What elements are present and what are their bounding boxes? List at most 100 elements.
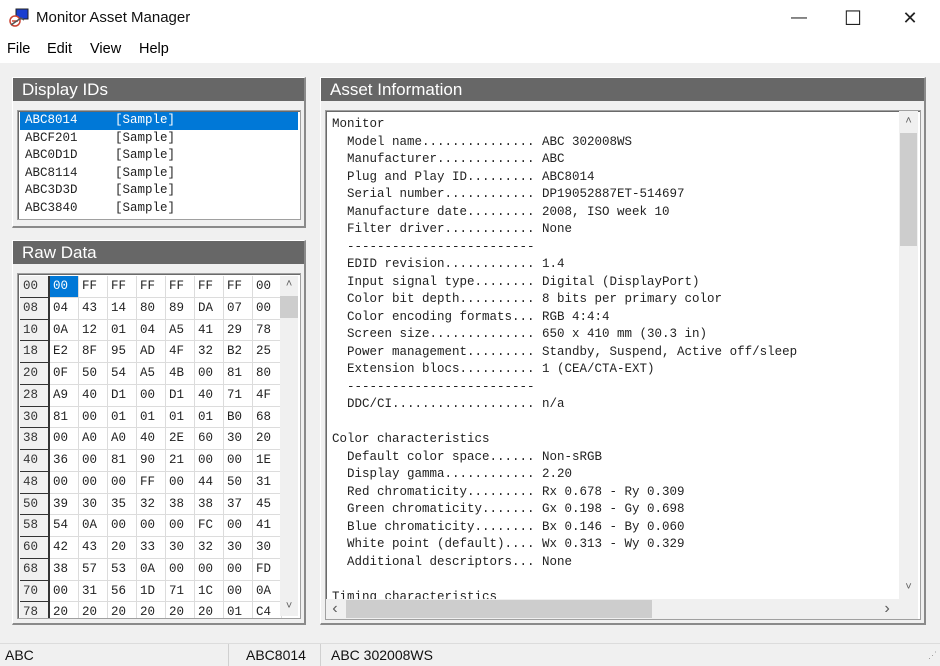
hex-byte-cell[interactable]: 01 — [166, 406, 195, 429]
hex-byte-cell[interactable]: 20 — [166, 602, 195, 618]
hex-byte-cell[interactable]: 31 — [253, 471, 282, 494]
hex-byte-cell[interactable]: AD — [137, 341, 166, 363]
hex-byte-cell[interactable]: 41 — [195, 319, 224, 342]
display-id-item[interactable]: ABC8114 [Sample] — [20, 165, 298, 183]
hex-byte-cell[interactable]: 30 — [224, 428, 253, 450]
hex-byte-cell[interactable]: D1 — [166, 384, 195, 407]
close-button[interactable]: ✕ — [887, 0, 933, 36]
raw-data-vscrollbar[interactable]: ˄ ˅ — [280, 276, 298, 616]
hex-byte-cell[interactable]: 57 — [79, 558, 108, 581]
hex-byte-cell[interactable]: 42 — [50, 537, 79, 559]
hex-byte-cell[interactable]: 0A — [137, 558, 166, 581]
hex-byte-cell[interactable]: 1D — [137, 580, 166, 603]
hex-byte-cell[interactable]: A0 — [79, 428, 108, 450]
hex-byte-cell[interactable]: 00 — [50, 276, 79, 298]
hex-byte-cell[interactable]: 40 — [79, 384, 108, 407]
hex-byte-cell[interactable]: 01 — [195, 406, 224, 429]
hex-byte-cell[interactable]: 00 — [79, 471, 108, 494]
hex-byte-cell[interactable]: 81 — [108, 450, 137, 472]
hex-byte-cell[interactable]: 8F — [79, 341, 108, 363]
hex-byte-cell[interactable]: 80 — [137, 297, 166, 320]
hex-byte-cell[interactable]: 12 — [79, 319, 108, 342]
asset-info-hscrollbar[interactable]: ‹ › — [326, 599, 918, 619]
hex-byte-cell[interactable]: 04 — [137, 319, 166, 342]
resize-grip-icon[interactable]: ⋰ — [928, 650, 937, 661]
hex-byte-cell[interactable]: 31 — [79, 580, 108, 603]
hex-byte-cell[interactable]: 20 — [195, 602, 224, 618]
hex-byte-cell[interactable]: 25 — [253, 341, 282, 363]
hex-byte-cell[interactable]: 14 — [108, 297, 137, 320]
hex-byte-cell[interactable]: 32 — [137, 493, 166, 516]
hex-byte-cell[interactable]: 81 — [224, 363, 253, 385]
hex-byte-cell[interactable]: 1E — [253, 450, 282, 472]
hex-byte-cell[interactable]: 30 — [166, 537, 195, 559]
scroll-up-icon[interactable]: ˄ — [899, 113, 918, 131]
hex-byte-cell[interactable]: 53 — [108, 558, 137, 581]
hex-byte-cell[interactable]: 01 — [137, 406, 166, 429]
hex-byte-cell[interactable]: 01 — [108, 406, 137, 429]
hex-byte-cell[interactable]: 2E — [166, 428, 195, 450]
hex-byte-cell[interactable]: 30 — [224, 537, 253, 559]
scroll-down-icon[interactable]: ˅ — [280, 598, 298, 616]
hex-byte-cell[interactable]: 00 — [137, 515, 166, 537]
asset-info-vscrollbar[interactable]: ˄ ˅ — [899, 111, 918, 599]
hex-byte-cell[interactable]: FC — [195, 515, 224, 537]
hex-byte-cell[interactable]: 54 — [50, 515, 79, 537]
hex-byte-cell[interactable]: FF — [79, 276, 108, 298]
hex-byte-cell[interactable]: C4 — [253, 602, 282, 618]
hex-byte-cell[interactable]: 00 — [108, 515, 137, 537]
display-ids-list[interactable]: ABC8014 [Sample] ABCF201 [Sample] ABC0D1D [Sa… — [17, 110, 301, 220]
hex-byte-cell[interactable]: 00 — [79, 406, 108, 429]
hex-byte-cell[interactable]: 07 — [224, 297, 253, 320]
menu-file[interactable]: File — [7, 41, 30, 57]
display-id-item[interactable]: ABC8014 [Sample] — [20, 112, 298, 130]
hex-byte-cell[interactable]: 20 — [50, 602, 79, 618]
hex-byte-cell[interactable]: 40 — [137, 428, 166, 450]
hex-byte-cell[interactable]: 01 — [224, 602, 253, 618]
hex-byte-cell[interactable]: FF — [195, 276, 224, 298]
hex-byte-cell[interactable]: 4B — [166, 363, 195, 385]
hex-byte-cell[interactable]: 39 — [50, 493, 79, 516]
hex-byte-cell[interactable]: 35 — [108, 493, 137, 516]
hex-byte-cell[interactable]: 00 — [195, 558, 224, 581]
hex-byte-cell[interactable]: FF — [137, 471, 166, 494]
hex-byte-cell[interactable]: 29 — [224, 319, 253, 342]
hex-byte-cell[interactable]: 30 — [253, 537, 282, 559]
menu-view[interactable]: View — [90, 41, 121, 57]
hex-byte-cell[interactable]: 00 — [166, 515, 195, 537]
asset-info-textbox[interactable]: Monitor Model name............... ABC 30… — [325, 110, 921, 620]
hex-byte-cell[interactable]: 00 — [50, 580, 79, 603]
hex-byte-cell[interactable]: 0A — [253, 580, 282, 603]
hex-byte-cell[interactable]: 00 — [195, 363, 224, 385]
hex-byte-cell[interactable]: A5 — [137, 363, 166, 385]
hex-byte-cell[interactable]: 90 — [137, 450, 166, 472]
hex-byte-cell[interactable]: 38 — [166, 493, 195, 516]
hex-byte-cell[interactable]: 89 — [166, 297, 195, 320]
hex-byte-cell[interactable]: 00 — [195, 450, 224, 472]
hex-byte-cell[interactable]: 00 — [50, 428, 79, 450]
hex-byte-cell[interactable]: 20 — [253, 428, 282, 450]
hex-byte-cell[interactable]: 41 — [253, 515, 282, 537]
hex-byte-cell[interactable]: 00 — [50, 471, 79, 494]
hex-byte-cell[interactable]: 4F — [253, 384, 282, 407]
hex-byte-cell[interactable]: 0A — [50, 319, 79, 342]
hex-byte-cell[interactable]: 50 — [79, 363, 108, 385]
hex-byte-cell[interactable]: 00 — [166, 471, 195, 494]
hex-byte-cell[interactable]: 78 — [253, 319, 282, 342]
scroll-right-icon[interactable]: › — [878, 600, 896, 618]
menu-edit[interactable]: Edit — [47, 41, 72, 57]
hex-byte-cell[interactable]: 00 — [253, 297, 282, 320]
hex-byte-cell[interactable]: 00 — [108, 471, 137, 494]
hex-byte-cell[interactable]: B0 — [224, 406, 253, 429]
hex-byte-cell[interactable]: 32 — [195, 341, 224, 363]
display-id-item[interactable]: ABC3D3D [Sample] — [20, 182, 298, 200]
minimize-button[interactable]: — — [776, 0, 822, 36]
hex-byte-cell[interactable]: 00 — [224, 515, 253, 537]
hex-byte-cell[interactable]: 38 — [50, 558, 79, 581]
hex-byte-cell[interactable]: D1 — [108, 384, 137, 407]
hex-byte-cell[interactable]: 00 — [224, 450, 253, 472]
raw-data-grid[interactable]: 00 00 FF FF FF FF FF FF 00 08 04 43 14 80 89 DA 07 00 10 0A… — [17, 273, 301, 619]
hex-byte-cell[interactable]: FF — [137, 276, 166, 298]
hex-byte-cell[interactable]: 45 — [253, 493, 282, 516]
hex-byte-cell[interactable]: 36 — [50, 450, 79, 472]
